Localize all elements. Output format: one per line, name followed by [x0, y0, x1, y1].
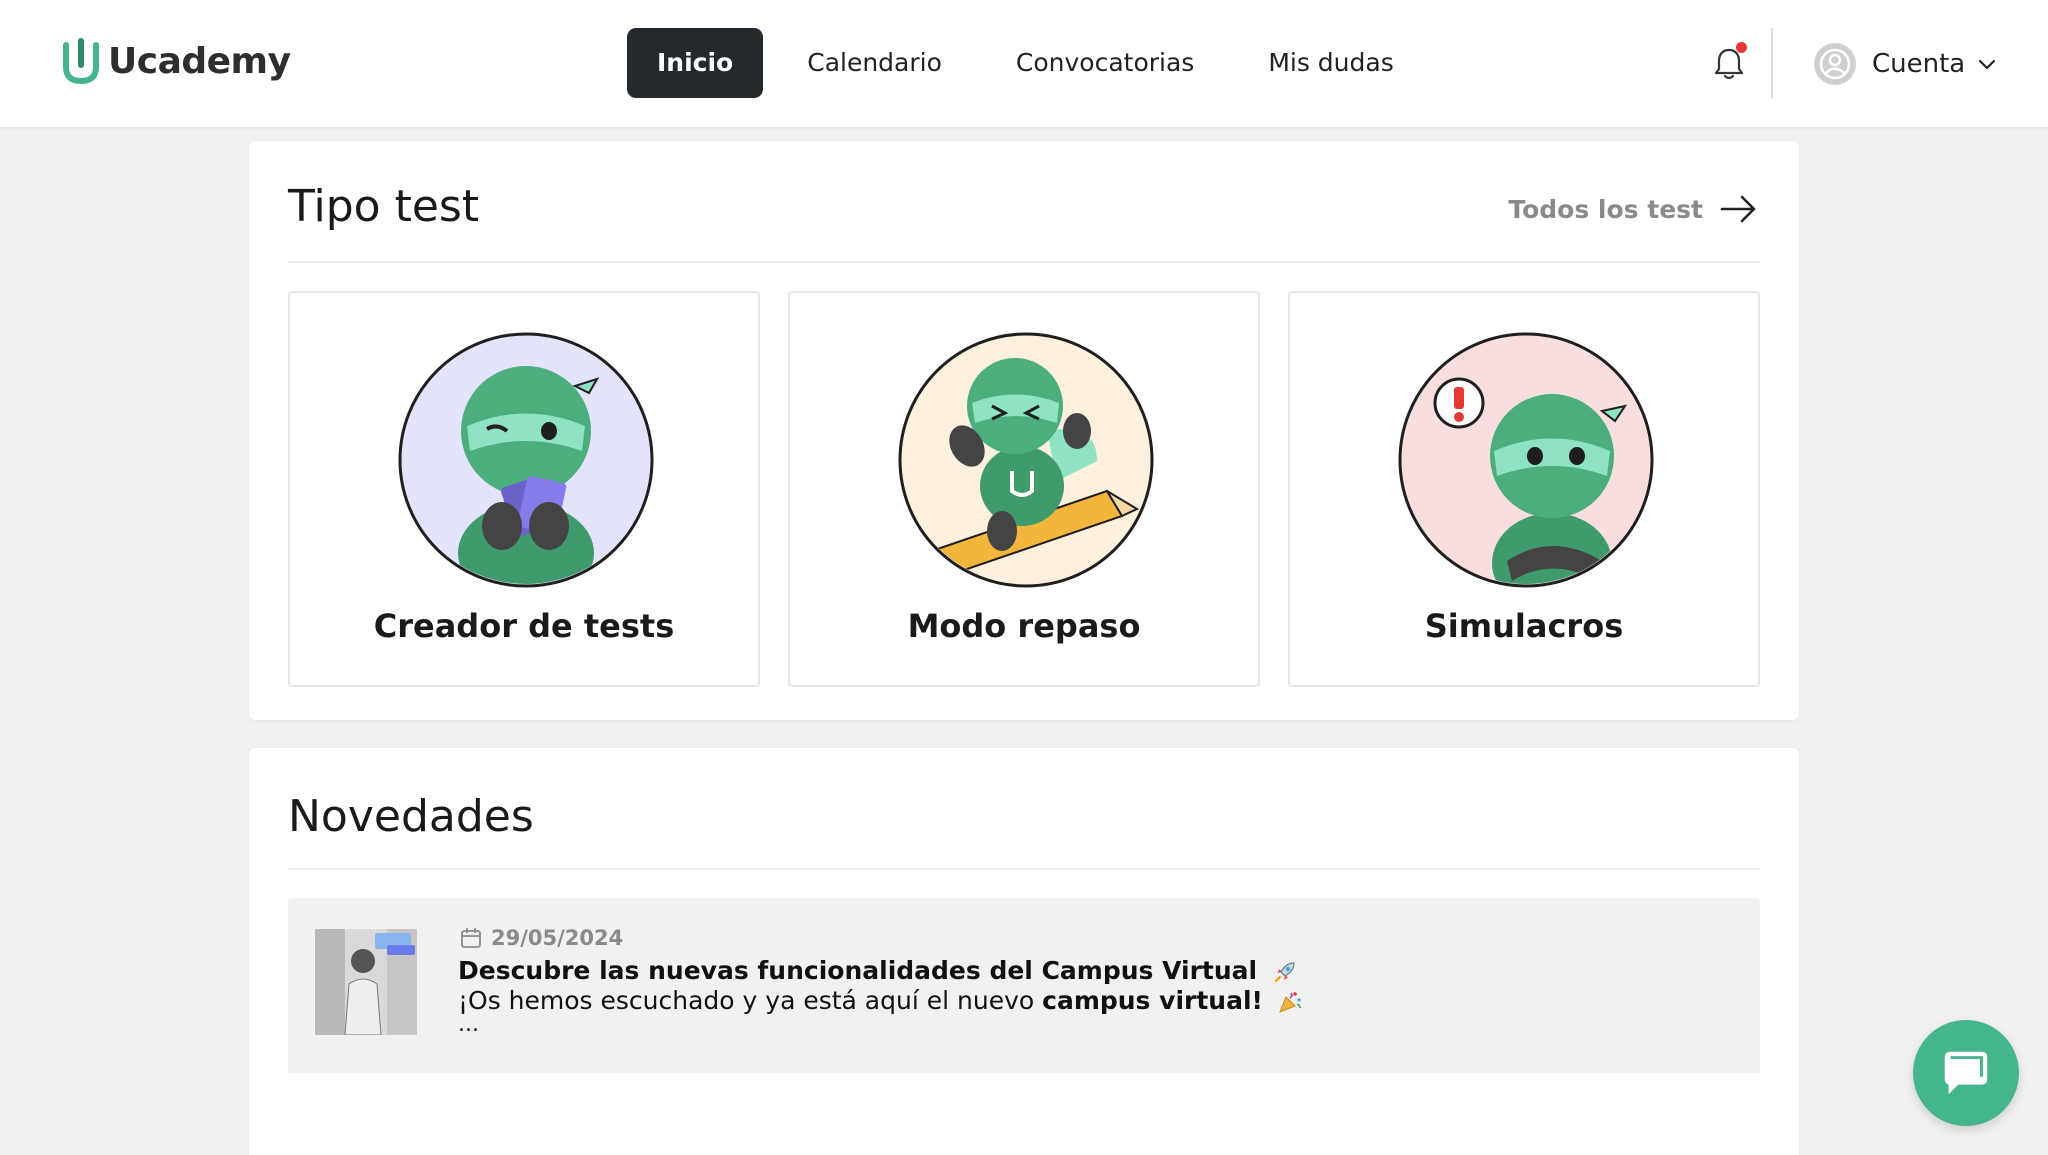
- avatar: [1814, 43, 1856, 85]
- account-menu[interactable]: Cuenta: [1814, 42, 1997, 86]
- tile-modo-repaso[interactable]: Modo repaso: [788, 291, 1260, 687]
- all-tests-link[interactable]: Todos los test: [1508, 193, 1759, 225]
- mascot-cards-illustration: [398, 332, 654, 588]
- tile-simulacros[interactable]: Simulacros: [1288, 291, 1760, 687]
- arrow-right-icon: [1720, 195, 1756, 223]
- party-popper-icon: [1278, 992, 1301, 1013]
- nav-item-convocatorias[interactable]: Convocatorias: [986, 28, 1224, 98]
- tile-label: Modo repaso: [907, 607, 1141, 645]
- news-date: 29/05/2024: [459, 926, 623, 950]
- section-divider: [288, 261, 1760, 263]
- test-type-tiles: Creador de tests Modo repaso Simulacros: [288, 291, 1760, 687]
- account-label: Cuenta: [1872, 49, 1966, 79]
- ucademy-logo-icon: [63, 38, 99, 85]
- news-body-text: ¡Os hemos escuchado y ya está aquí el nu…: [458, 986, 1043, 1015]
- tile-creador-de-tests[interactable]: Creador de tests: [288, 291, 760, 687]
- news-date-text: 29/05/2024: [491, 926, 624, 950]
- mascot-alert-illustration: [1398, 332, 1654, 588]
- top-navigation-bar: Ucademy Inicio Calendario Convocatorias …: [0, 0, 2048, 127]
- user-icon: [1819, 48, 1851, 80]
- nav-item-calendario[interactable]: Calendario: [777, 28, 972, 98]
- news-item[interactable]: 29/05/2024 Descubre las nuevas funcional…: [288, 898, 1760, 1073]
- section-title: Tipo test: [288, 181, 480, 232]
- chat-bubble-icon: [1944, 1051, 1988, 1095]
- section-divider: [288, 868, 1760, 870]
- news-ellipsis: ...: [458, 1012, 479, 1037]
- mascot-pencil-illustration: [898, 332, 1154, 588]
- news-title: Descubre las nuevas funcionalidades del …: [458, 956, 1298, 985]
- news-body-bold: campus virtual!: [1042, 986, 1263, 1015]
- nav-item-inicio[interactable]: Inicio: [627, 28, 764, 98]
- ucademy-logo[interactable]: Ucademy: [62, 36, 291, 86]
- news-title-text: Descubre las nuevas funcionalidades del …: [458, 956, 1258, 985]
- chat-button[interactable]: [1913, 1020, 2019, 1126]
- nav-item-mis-dudas[interactable]: Mis dudas: [1238, 28, 1423, 98]
- novedades-section: Novedades 29/05/2024 Descubre las nuevas…: [249, 748, 1799, 1155]
- header-divider: [1771, 28, 1773, 98]
- brand-name: Ucademy: [108, 40, 291, 82]
- news-thumbnail: [315, 929, 417, 1035]
- tile-label: Simulacros: [1424, 607, 1624, 645]
- all-tests-label: Todos los test: [1508, 194, 1703, 224]
- main-nav: Inicio Calendario Convocatorias Mis duda…: [627, 28, 1424, 98]
- rocket-icon: [1274, 962, 1295, 983]
- notification-badge: [1736, 42, 1747, 53]
- chevron-down-icon: [1979, 59, 1996, 70]
- calendar-icon: [461, 928, 481, 948]
- news-body: ¡Os hemos escuchado y ya está aquí el nu…: [458, 986, 1303, 1015]
- section-title: Novedades: [288, 791, 534, 842]
- tile-label: Creador de tests: [373, 607, 675, 645]
- tipo-test-section: Tipo test Todos los test Creador de test…: [249, 141, 1799, 720]
